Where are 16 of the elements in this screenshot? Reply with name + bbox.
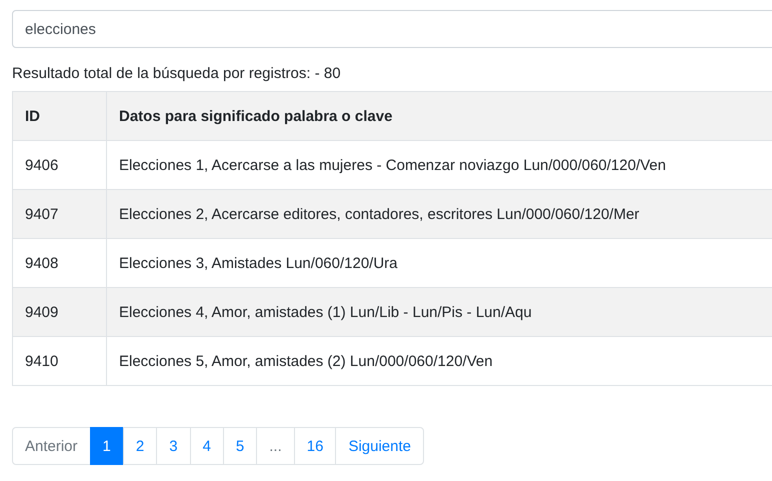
result-summary: Resultado total de la búsqueda por registros: - 80 bbox=[12, 65, 342, 82]
page-link[interactable]: 2 bbox=[122, 427, 158, 465]
page-link[interactable]: 4 bbox=[190, 427, 224, 465]
column-header: ID bbox=[12, 92, 106, 140]
page-link[interactable]: 5 bbox=[222, 427, 258, 465]
search-field[interactable]: elecciones bbox=[12, 10, 772, 48]
table-cell: 9407 bbox=[12, 190, 106, 238]
page-link[interactable]: Siguiente bbox=[335, 427, 424, 465]
table-cell: Elecciones 2, Acercarse editores, contadores, escritores Lun/000/060/120/Mer bbox=[106, 190, 772, 238]
table-cell: 9410 bbox=[12, 336, 106, 386]
column-header: Datos para significado palabra o clave bbox=[106, 92, 772, 140]
table-cell: 9409 bbox=[12, 288, 106, 336]
table-cell: Elecciones 4, Amor, amistades (1) Lun/Lib - Lun/Pis - Lun/Aqu bbox=[106, 288, 772, 336]
page-link[interactable]: 16 bbox=[294, 427, 336, 465]
page-link[interactable]: 3 bbox=[156, 427, 191, 465]
page-link[interactable]: 1 bbox=[90, 427, 124, 465]
